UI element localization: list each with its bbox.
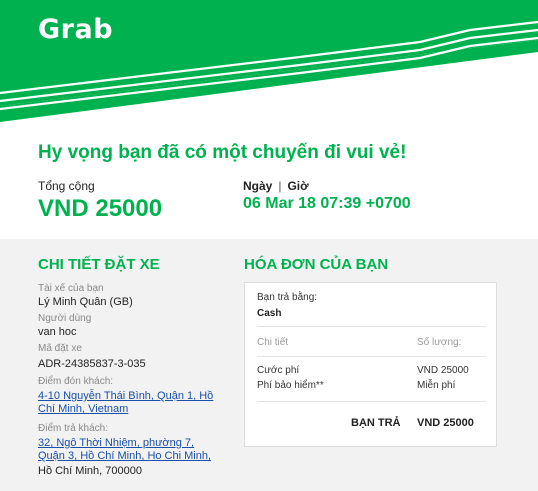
- datetime-value: 06 Mar 18 07:39 +0700: [243, 195, 411, 212]
- page-title: Hy vọng bạn đã có một chuyến đi vui vẻ!: [38, 142, 407, 163]
- divider: [257, 356, 486, 357]
- datetime-label: Ngày | Giờ: [243, 179, 309, 193]
- separator: |: [278, 179, 282, 193]
- paid-by-value: Cash: [257, 308, 282, 319]
- total-label: Tổng cộng: [38, 179, 95, 193]
- paid-by-label: Bạn trả bằng:: [257, 292, 318, 303]
- pickup-address-link[interactable]: 4-10 Nguyễn Thái Bình, Quận 1, Hồ Chí Mi…: [38, 390, 228, 416]
- insurance-value: Miễn phí: [417, 380, 456, 391]
- dropoff-label: Điểm trả khách:: [38, 423, 109, 434]
- receipt-card: Bạn trả bằng: Cash Chi tiết Số lượng: Cư…: [244, 282, 497, 447]
- grab-logo: Grab: [38, 14, 114, 45]
- driver-label: Tài xế của bạn: [38, 283, 104, 294]
- date-label: Ngày: [243, 179, 273, 193]
- booking-code-value: ADR-24385837-3-035: [38, 358, 146, 370]
- total-amount: VND 25000: [38, 195, 163, 222]
- detail-header: Chi tiết: [257, 337, 289, 348]
- dropoff-address-link[interactable]: 32, Ngô Thời Nhiệm, phường 7, Quận 3, Hồ…: [38, 437, 223, 463]
- dropoff-address-tail: Hồ Chí Minh, 700000: [38, 465, 142, 477]
- insurance-label: Phí bảo hiểm**: [257, 380, 324, 391]
- amount-header: Số lượng:: [417, 337, 462, 348]
- divider: [257, 401, 486, 402]
- fare-label: Cước phí: [257, 365, 300, 376]
- driver-value: Lý Minh Quân (GB): [38, 296, 133, 308]
- receipt-total-label: BẠN TRẢ: [351, 417, 401, 429]
- booking-code-label: Mã đặt xe: [38, 343, 82, 354]
- user-value: van hoc: [38, 326, 77, 338]
- user-label: Người dùng: [38, 313, 92, 324]
- time-label: Giờ: [287, 179, 309, 193]
- receipt-total-value: VND 25000: [417, 417, 474, 429]
- booking-details-title: CHI TIẾT ĐẶT XE: [38, 256, 160, 273]
- pickup-label: Điểm đón khách:: [38, 376, 114, 387]
- receipt-title: HÓA ĐƠN CỦA BẠN: [244, 256, 389, 273]
- header-banner: Grab: [0, 0, 538, 126]
- fare-value: VND 25000: [417, 365, 469, 376]
- divider: [257, 326, 486, 327]
